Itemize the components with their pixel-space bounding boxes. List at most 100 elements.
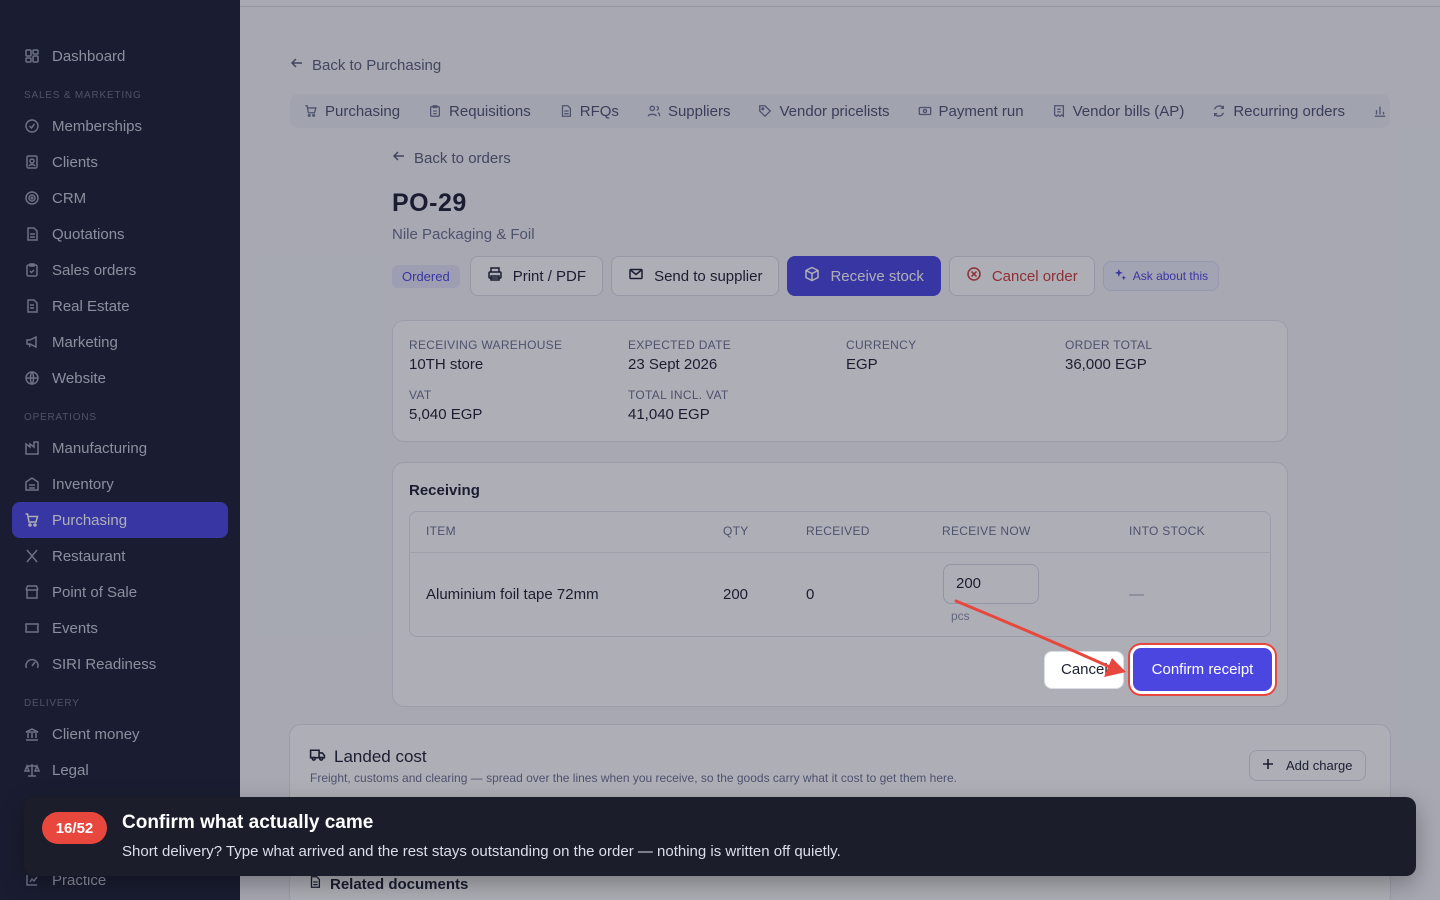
tab-label: Requisitions [449,102,531,120]
tour-tooltip: 16/52 Confirm what actually came Short d… [24,797,1416,876]
item-cell: Aluminium foil tape 72mm [426,586,599,603]
order-actions: Ordered Print / PDF Send to supplier Rec… [392,256,1220,296]
clipboard-icon [428,104,442,118]
button-label: Print / PDF [512,267,587,285]
warehouse-field: RECEIVING WAREHOUSE 10TH store [409,338,562,373]
tab-label: Recurring orders [1233,102,1346,120]
sidebar-item-label: Events [52,619,98,637]
column-header-received: RECEIVED [806,524,870,538]
sidebar-item-legal[interactable]: Legal [12,752,228,788]
tab-label: Payment run [938,102,1024,120]
membership-icon [24,118,40,134]
sidebar-item-siri-readiness[interactable]: SIRI Readiness [12,646,228,682]
order-summary-card: RECEIVING WAREHOUSE 10TH store EXPECTED … [392,320,1288,442]
top-divider [240,6,1440,7]
sidebar-item-label: Purchasing [52,511,128,529]
tab-vendor-pricelists[interactable]: Vendor pricelists [758,103,890,120]
factory-icon [24,440,40,456]
back-link-label: Back to Purchasing [312,56,442,74]
section-label-operations: OPERATIONS [24,412,97,423]
globe-icon [24,370,40,386]
sidebar-item-label: CRM [52,189,87,207]
tab-purchasing[interactable]: Purchasing [304,103,400,120]
sidebar-item-manufacturing[interactable]: Manufacturing [12,430,228,466]
sidebar-item-label: Dashboard [52,47,126,65]
sidebar-item-sales-orders[interactable]: Sales orders [12,252,228,288]
total-incl-vat-field: TOTAL INCL. VAT 41,040 EGP [628,388,729,423]
store-icon [24,584,40,600]
sidebar-item-label: Real Estate [52,297,130,315]
landed-cost-header: Landed cost [309,746,427,768]
sidebar-item-label: Client money [52,725,140,743]
receiving-table: ITEM QTY RECEIVED RECEIVE NOW INTO STOCK… [409,511,1271,637]
related-documents-header: Related documents [308,875,468,894]
plus-icon [1262,758,1274,773]
table-header-divider [410,552,1270,553]
scale-icon [24,762,40,778]
sidebar-item-clients[interactable]: Clients [12,144,228,180]
cancel-button[interactable]: Cancel [1044,651,1124,689]
tab-suppliers[interactable]: Suppliers [647,102,731,120]
supplier-name: Nile Packaging & Foil [392,226,535,243]
users-icon [647,104,661,118]
button-label: Cancel order [991,267,1078,285]
sidebar-item-purchasing[interactable]: Purchasing [12,502,228,538]
sidebar-item-website[interactable]: Website [12,360,228,396]
back-to-purchasing-link[interactable]: Back to Purchasing [290,56,441,74]
sidebar-item-inventory[interactable]: Inventory [12,466,228,502]
send-to-supplier-button[interactable]: Send to supplier [611,256,780,296]
tab-recurring-orders[interactable]: Recurring orders [1212,103,1345,120]
back-to-orders-link[interactable]: Back to orders [392,149,511,167]
ask-about-this-button[interactable]: Ask about this [1102,261,1220,291]
tag-icon [758,104,772,118]
sidebar-item-label: Clients [52,153,98,171]
cancel-order-button[interactable]: Cancel order [948,256,1095,296]
tour-title: Confirm what actually came [122,812,374,833]
status-badge: Ordered [392,264,460,288]
tab-label: Vendor bills (AP) [1072,102,1185,120]
refresh-icon [1212,104,1226,118]
field-value: 23 Sept 2026 [628,356,718,373]
sidebar-item-label: Restaurant [52,547,126,565]
tab-vendor-bills[interactable]: Vendor bills (AP) [1052,102,1185,120]
sidebar-item-label: Website [52,369,106,387]
button-label: Add charge [1286,758,1353,773]
sidebar-item-events[interactable]: Events [12,610,228,646]
mail-icon [628,266,644,286]
field-label: RECEIVING WAREHOUSE [409,338,563,352]
column-header-item: ITEM [426,524,456,538]
quotation-icon [24,226,40,242]
ticket-icon [24,620,40,636]
tour-text: Short delivery? Type what arrived and th… [122,843,841,860]
sidebar-item-restaurant[interactable]: Restaurant [12,538,228,574]
receive-stock-button[interactable]: Receive stock [787,256,941,296]
sidebar-item-label: Marketing [52,333,118,351]
sidebar-item-crm[interactable]: CRM [12,180,228,216]
tab-requisitions[interactable]: Requisitions [428,103,531,120]
gauge-icon [24,656,40,672]
receive-now-input[interactable]: 200 [943,564,1039,604]
chart-bar-icon [1373,104,1387,118]
sidebar-item-dashboard[interactable]: Dashboard [12,38,228,74]
sidebar-item-marketing[interactable]: Marketing [12,324,228,360]
sidebar-item-label: SIRI Readiness [52,655,157,673]
sidebar-item-memberships[interactable]: Memberships [12,108,228,144]
sidebar-item-client-money[interactable]: Client money [12,716,228,752]
field-label: CURRENCY [846,338,917,352]
print-pdf-button[interactable]: Print / PDF [469,256,604,296]
dashboard-icon [24,48,40,64]
truck-icon [309,746,326,768]
add-charge-button[interactable]: Add charge [1249,750,1366,781]
sidebar-item-point-of-sale[interactable]: Point of Sale [12,574,228,610]
column-header-into-stock: INTO STOCK [1129,524,1205,538]
sidebar-item-quotations[interactable]: Quotations [12,216,228,252]
landed-cost-description: Freight, customs and clearing — spread o… [310,771,957,785]
tab-rfqs[interactable]: RFQs [559,103,619,120]
receipt-icon [1052,104,1066,118]
tab-payment-run[interactable]: Payment run [918,103,1024,120]
confirm-receipt-button[interactable]: Confirm receipt [1133,648,1272,691]
tab-more[interactable] [1373,104,1387,118]
tab-label: Suppliers [667,102,731,120]
sidebar-item-real-estate[interactable]: Real Estate [12,288,228,324]
field-value: 5,040 EGP [409,406,483,423]
